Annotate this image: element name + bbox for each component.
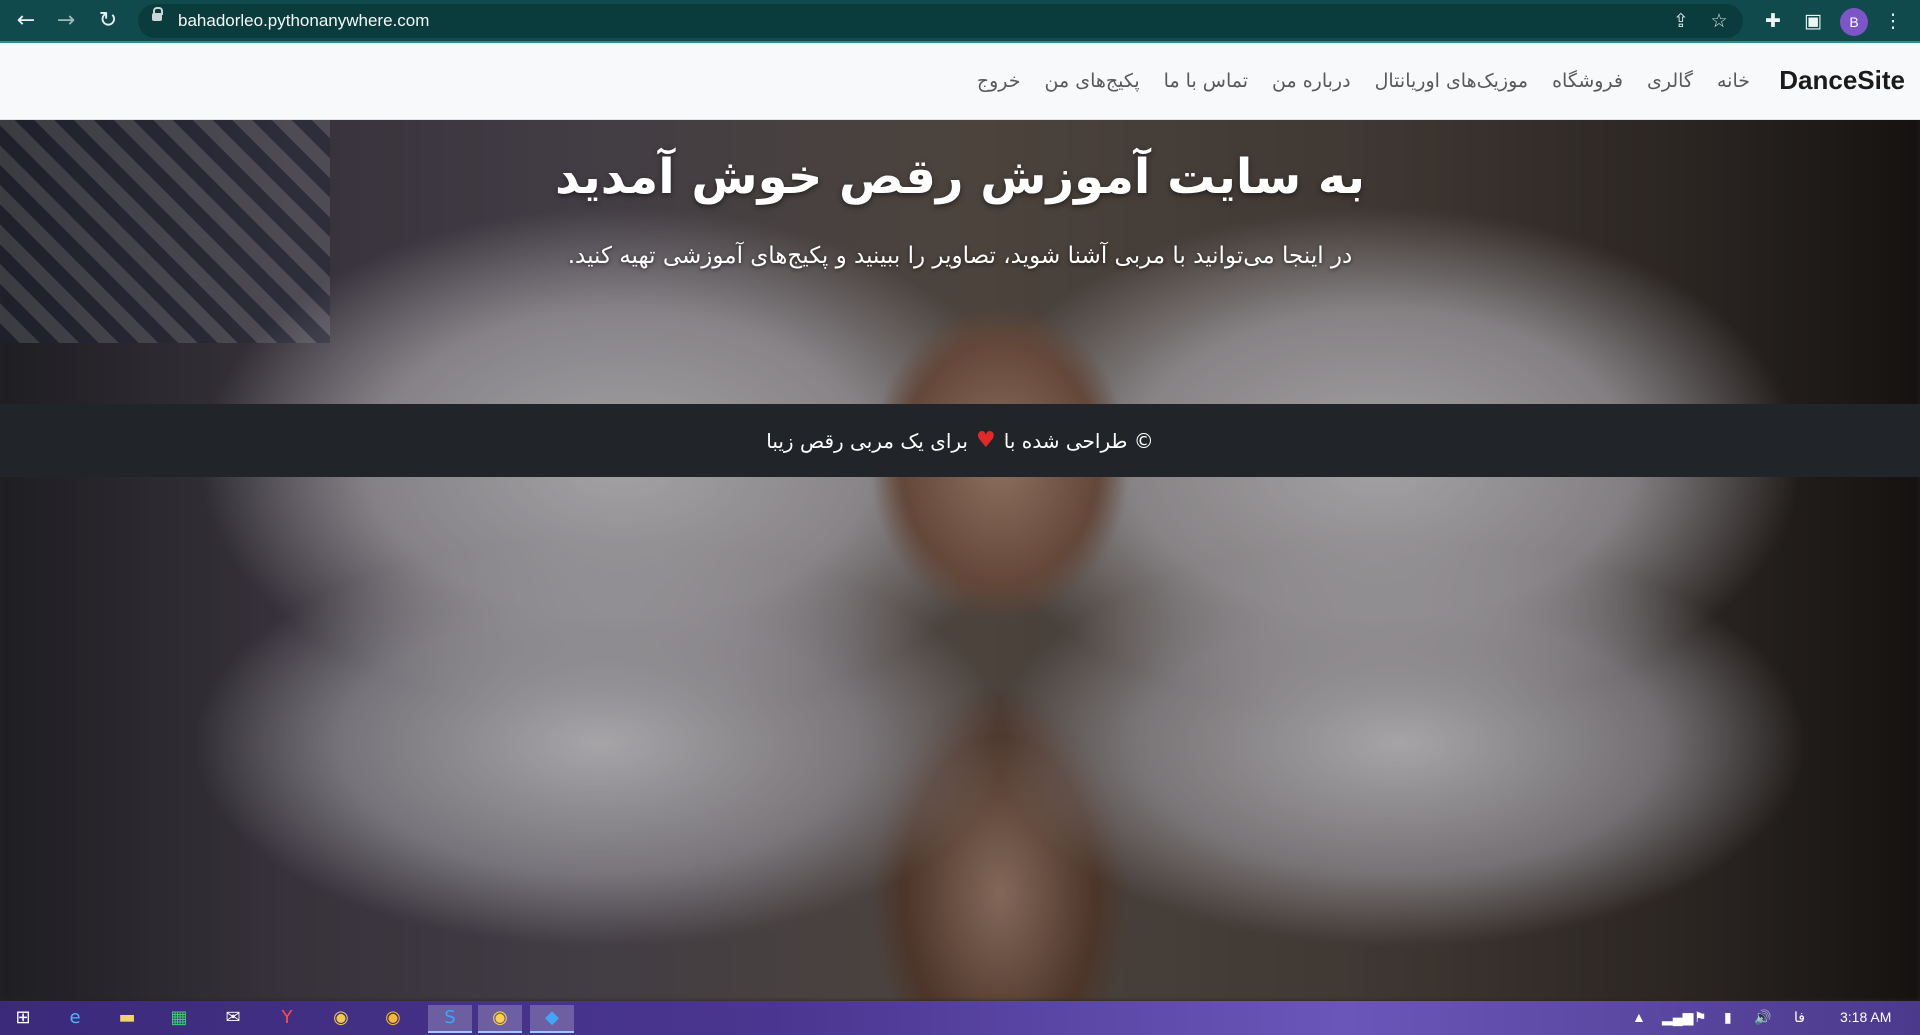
nav-item-my-packages[interactable]: پکیج‌های من xyxy=(1045,70,1140,92)
hero-title: به سایت آموزش رقص خوش آمدید xyxy=(555,149,1365,205)
store-icon[interactable]: ▦ xyxy=(164,1005,194,1031)
skype-icon[interactable]: S xyxy=(428,1005,472,1033)
address-bar[interactable]: bahadorleo.pythonanywhere.com ⇪ ☆ xyxy=(138,4,1743,38)
sidepanel-icon[interactable]: ▣ xyxy=(1800,8,1826,34)
nav-item-home[interactable]: خانه xyxy=(1717,70,1750,92)
nav-item-logout[interactable]: خروج xyxy=(977,70,1021,92)
windows-icon[interactable]: ⊞ xyxy=(8,1005,38,1031)
web-page: DanceSite خانه گالری فروشگاه موزیک‌های ا… xyxy=(0,43,1920,1001)
footer-prefix: © طراحی شده با xyxy=(1003,428,1154,453)
nav-item-oriental-music[interactable]: موزیک‌های اوریانتال xyxy=(1375,70,1529,92)
vscode-icon[interactable]: ◆ xyxy=(530,1005,574,1033)
profile-avatar[interactable]: B xyxy=(1840,8,1868,36)
hero-subtitle: در اینجا می‌توانید با مربی آشنا شوید، تص… xyxy=(567,243,1353,269)
chrome-active-icon[interactable]: ◉ xyxy=(478,1005,522,1033)
nav-item-about[interactable]: درباره من xyxy=(1272,70,1351,92)
nav-item-contact[interactable]: تماس با ما xyxy=(1164,70,1248,92)
edge-icon[interactable]: e xyxy=(60,1005,90,1031)
share-icon[interactable]: ⇪ xyxy=(1668,8,1694,34)
menu-icon[interactable]: ⋮ xyxy=(1880,8,1906,34)
volume-icon[interactable]: 🔊 xyxy=(1754,1009,1771,1026)
url-text[interactable]: bahadorleo.pythonanywhere.com xyxy=(178,11,429,31)
nav-item-gallery[interactable]: گالری xyxy=(1647,70,1693,92)
site-navbar: DanceSite خانه گالری فروشگاه موزیک‌های ا… xyxy=(0,43,1920,120)
language-indicator[interactable]: فا xyxy=(1794,1009,1805,1026)
chrome-canary-icon[interactable]: ◉ xyxy=(378,1005,408,1031)
file-explorer-icon[interactable]: ▬ xyxy=(112,1005,142,1031)
yandex-icon[interactable]: Y xyxy=(272,1005,302,1031)
forward-icon[interactable]: → xyxy=(52,7,80,35)
network-icon[interactable]: ▂▄▆ xyxy=(1662,1009,1693,1026)
flag-icon[interactable]: ⚑ xyxy=(1694,1009,1707,1026)
nav-menu: خانه گالری فروشگاه موزیک‌های اوریانتال د… xyxy=(977,70,1750,92)
battery-icon[interactable]: ▮ xyxy=(1724,1009,1732,1026)
lock-icon[interactable] xyxy=(152,7,163,21)
star-icon[interactable]: ☆ xyxy=(1706,8,1732,34)
site-footer: © طراحی شده با ♥ برای یک مربی رقص زیبا xyxy=(0,404,1920,477)
footer-suffix: برای یک مربی رقص زیبا xyxy=(766,428,969,453)
clock[interactable]: 3:18 AM xyxy=(1840,1009,1891,1025)
reload-icon[interactable]: ↻ xyxy=(94,7,122,35)
chrome-icon[interactable]: ◉ xyxy=(326,1005,356,1031)
nav-item-shop[interactable]: فروشگاه xyxy=(1552,70,1623,92)
brand-logo[interactable]: DanceSite xyxy=(1779,65,1905,96)
browser-toolbar: ← → ↻ bahadorleo.pythonanywhere.com ⇪ ☆ … xyxy=(0,0,1920,43)
extensions-icon[interactable]: ✚ xyxy=(1760,8,1786,34)
windows-taskbar: ⊞ e ▬ ▦ ✉ Y ◉ ◉ S ◉ ◆ ▲ ▂▄▆ ⚑ ▮ 🔊 فا 3:1… xyxy=(0,1001,1920,1035)
tray-overflow-icon[interactable]: ▲ xyxy=(1632,1009,1646,1025)
mail-icon[interactable]: ✉ xyxy=(218,1005,248,1031)
heart-icon: ♥ xyxy=(976,428,996,453)
back-icon[interactable]: ← xyxy=(12,7,40,35)
